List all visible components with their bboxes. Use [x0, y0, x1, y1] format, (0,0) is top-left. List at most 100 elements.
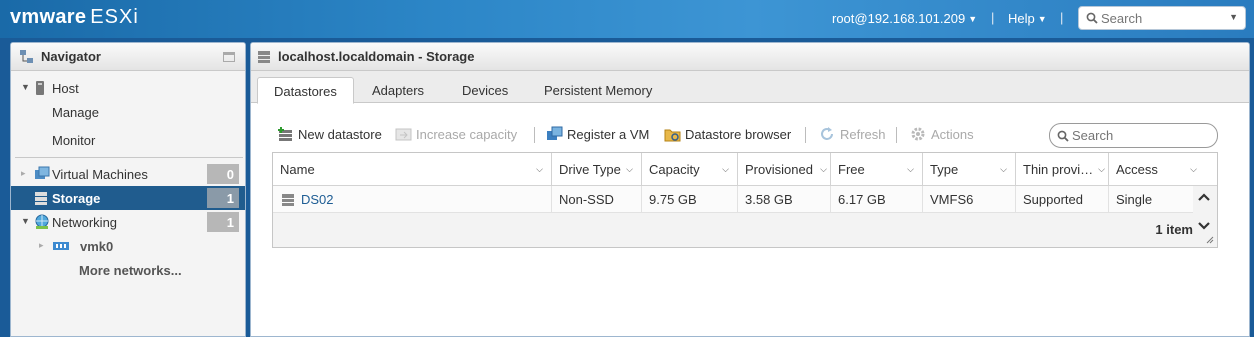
column-label: Name: [280, 162, 315, 177]
datastore-icon: [282, 194, 294, 206]
nav-networking-label: Networking: [52, 215, 118, 230]
divider: |: [991, 10, 995, 25]
tab-datastores[interactable]: Datastores: [257, 77, 354, 104]
chevron-down-icon[interactable]: ⌵: [1098, 164, 1105, 175]
chevron-down-icon[interactable]: ⌵: [1000, 164, 1007, 175]
datastore-name-link[interactable]: DS02: [273, 186, 552, 213]
cell-drive-type: Non-SSD: [552, 186, 642, 213]
storage-panel: localhost.localdomain - Storage Datastor…: [250, 42, 1250, 337]
nav-manage-label: Manage: [52, 105, 99, 120]
tab-persistent-memory[interactable]: Persistent Memory: [528, 77, 668, 103]
nav-virtual-machines[interactable]: ▸ Virtual Machines 0: [11, 162, 245, 186]
cell-type: VMFS6: [923, 186, 1016, 213]
network-globe-icon: [35, 214, 49, 229]
nav-vmk0[interactable]: ▸ vmk0: [11, 234, 245, 258]
chevron-down-icon: ▼: [968, 14, 978, 24]
expand-right-icon[interactable]: ▸: [39, 240, 44, 251]
tab-bar: Datastores Adapters Devices Persistent M…: [251, 71, 1249, 104]
column-capacity[interactable]: Capacity ⌵: [642, 153, 738, 186]
column-free[interactable]: Free ⌵: [831, 153, 923, 186]
column-label: Thin provi…: [1023, 162, 1094, 177]
datastore-search[interactable]: [1049, 123, 1218, 148]
column-label: Free: [838, 162, 865, 177]
navigator-icon: [20, 50, 33, 63]
column-label: Type: [930, 162, 959, 177]
nav-more-networks[interactable]: More networks...: [11, 258, 245, 282]
minimize-icon[interactable]: [223, 52, 235, 62]
global-search-input[interactable]: [1101, 9, 1226, 27]
refresh-label: Refresh: [840, 127, 886, 142]
host-icon: [36, 81, 44, 95]
column-provisioned[interactable]: Provisioned ⌵: [738, 153, 831, 186]
navigator-panel: Navigator ▼ Host Manage Monitor ▸ Virtua…: [10, 42, 246, 337]
virtual-machine-icon: [35, 166, 50, 179]
column-thin-provisioning[interactable]: Thin provi… ⌵: [1016, 153, 1109, 186]
expand-right-icon[interactable]: ▸: [21, 168, 26, 179]
column-access[interactable]: Access ⌵: [1109, 153, 1217, 186]
table-row[interactable]: DS02 Non-SSD 9.75 GB 3.58 GB 6.17 GB VMF…: [273, 186, 1193, 213]
page-title: localhost.localdomain - Storage: [278, 49, 475, 64]
column-label: Provisioned: [745, 162, 813, 177]
help-label: Help: [1008, 11, 1035, 26]
tab-devices[interactable]: Devices: [446, 77, 524, 103]
help-menu[interactable]: Help ▼: [1008, 11, 1047, 26]
search-icon: [1057, 130, 1069, 142]
user-menu[interactable]: root@192.168.101.209 ▼: [832, 11, 977, 26]
datastore-browser-label: Datastore browser: [685, 127, 792, 142]
increase-capacity-label: Increase capacity: [416, 127, 518, 142]
storage-icon: [258, 51, 270, 63]
expand-down-icon[interactable]: ▼: [21, 216, 30, 226]
nav-storage-label: Storage: [52, 191, 101, 206]
gear-icon: [911, 127, 925, 141]
expand-down-icon[interactable]: ▼: [21, 82, 30, 92]
global-search[interactable]: ▼: [1078, 6, 1246, 30]
toolbar-divider: [534, 127, 535, 143]
nav-host-label: Host: [52, 81, 79, 96]
column-name[interactable]: Name ⌵: [273, 153, 552, 186]
chevron-down-icon[interactable]: ⌵: [626, 164, 633, 175]
nav-networking[interactable]: ▼ Networking 1: [11, 210, 245, 234]
vmware-logo: vmware ESXi: [10, 6, 139, 28]
table-header: Name ⌵ Drive Type ⌵ Capacity ⌵ Provisioned ⌵…: [273, 153, 1217, 186]
chevron-down-icon[interactable]: ⌵: [907, 164, 914, 175]
tab-adapters[interactable]: Adapters: [356, 77, 440, 103]
new-datastore-icon: [278, 127, 292, 141]
cell-thin-provisioning: Supported: [1016, 186, 1109, 213]
increase-capacity-icon: [395, 128, 412, 141]
column-type[interactable]: Type ⌵: [923, 153, 1016, 186]
cell-access: Single: [1116, 192, 1153, 207]
vm-count-badge: 0: [207, 164, 239, 184]
navigator-title: Navigator: [41, 49, 101, 64]
networking-count-badge: 1: [207, 212, 239, 232]
chevron-down-icon[interactable]: ⌵: [820, 164, 827, 175]
nav-vms-label: Virtual Machines: [52, 167, 148, 182]
search-icon: [1086, 12, 1098, 24]
user-name: root@192.168.101.209: [832, 11, 966, 26]
column-drive-type[interactable]: Drive Type ⌵: [552, 153, 642, 186]
chevron-down-icon[interactable]: ▼: [1229, 12, 1238, 22]
nav-host[interactable]: ▼ Host: [11, 76, 245, 100]
datastore-table: Name ⌵ Drive Type ⌵ Capacity ⌵ Provisioned ⌵…: [272, 152, 1218, 248]
chevron-down-icon[interactable]: ⌵: [1190, 164, 1197, 175]
chevron-down-icon[interactable]: ⌵: [536, 164, 543, 175]
datastore-name: DS02: [301, 192, 334, 207]
toolbar-divider: [896, 127, 897, 143]
chevron-down-icon[interactable]: ⌵: [722, 164, 729, 175]
cell-capacity: 9.75 GB: [642, 186, 738, 213]
nav-monitor[interactable]: Monitor: [11, 128, 245, 152]
navigator-header: Navigator: [11, 43, 245, 71]
refresh-icon: [821, 127, 833, 140]
nav-manage[interactable]: Manage: [11, 100, 245, 124]
panel-header: localhost.localdomain - Storage: [251, 43, 1249, 71]
resize-handle-icon[interactable]: [1206, 236, 1214, 244]
item-count: 1 item: [1155, 222, 1193, 237]
scroll-up-icon[interactable]: [1197, 192, 1211, 202]
nav-storage[interactable]: Storage 1: [11, 186, 245, 210]
divider: |: [1060, 10, 1064, 25]
toolbar-divider: [805, 127, 806, 143]
datastore-search-input[interactable]: [1072, 127, 1212, 144]
nav-divider: [15, 157, 243, 158]
scroll-down-icon[interactable]: [1197, 221, 1211, 231]
nav-vmk0-label: vmk0: [80, 239, 114, 254]
register-vm-icon: [547, 126, 563, 140]
